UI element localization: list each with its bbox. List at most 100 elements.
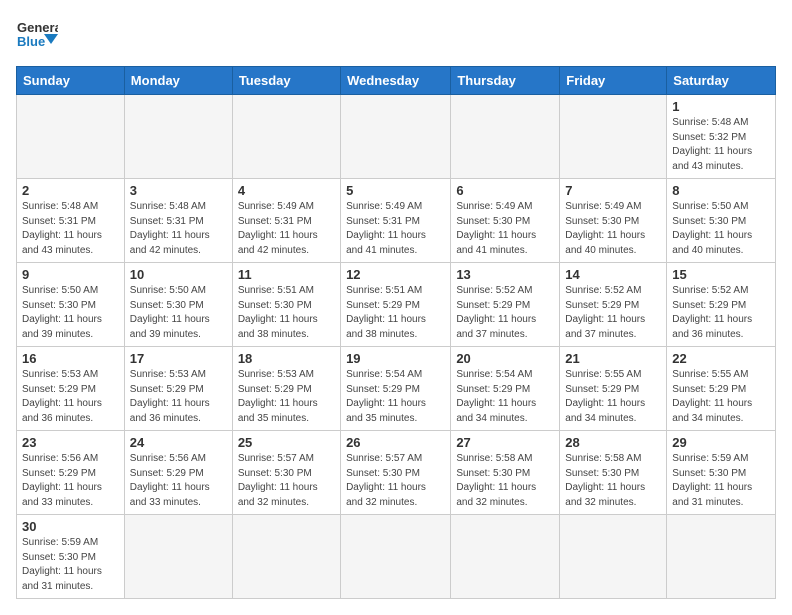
calendar-cell: 7Sunrise: 5:49 AM Sunset: 5:30 PM Daylig… [560,179,667,263]
day-info: Sunrise: 5:55 AM Sunset: 5:29 PM Dayligh… [565,368,661,426]
calendar-cell: 17Sunrise: 5:53 AM Sunset: 5:29 PM Dayli… [124,347,232,431]
day-number: 30 [22,519,119,534]
day-number: 21 [565,351,661,366]
day-info: Sunrise: 5:52 AM Sunset: 5:29 PM Dayligh… [672,284,770,342]
calendar-cell: 27 Sunrise: 5:58 AM Sunset: 5:30 PM Dayli… [451,431,560,515]
day-info: Sunrise: 5:53 AM Sunset: 5:29 PM Dayligh… [238,368,335,426]
day-number: 24 [130,435,227,450]
day-info: Sunrise: 5:48 AM Sunset: 5:31 PM Dayligh… [130,200,227,258]
calendar-cell: 19 Sunrise: 5:54 AM Sunset: 5:29 PM Dayli… [341,347,451,431]
day-number: 5 [346,183,445,198]
day-number: 6 [456,183,554,198]
day-info: Sunrise: 5:58 AM Sunset: 5:30 PM Dayligh… [456,452,554,510]
day-info: Sunrise: 5:54 AM Sunset: 5:29 PM Dayligh… [346,368,445,426]
calendar-cell: 28 Sunrise: 5:58 AM Sunset: 5:30 PM Dayli… [560,431,667,515]
day-number: 11 [238,267,335,282]
day-info: Sunrise: 5:56 AM Sunset: 5:29 PM Dayligh… [130,452,227,510]
calendar-cell: 8 Sunrise: 5:50 AM Sunset: 5:30 PM Daylig… [667,179,776,263]
day-number: 14 [565,267,661,282]
day-info: Sunrise: 5:54 AM Sunset: 5:29 PM Dayligh… [456,368,554,426]
calendar-cell: 11Sunrise: 5:51 AM Sunset: 5:30 PM Dayli… [232,263,340,347]
day-info: Sunrise: 5:50 AM Sunset: 5:30 PM Dayligh… [672,200,770,258]
calendar-cell: 9 Sunrise: 5:50 AM Sunset: 5:30 PM Daylig… [17,263,125,347]
weekday-header-monday: Monday [124,67,232,95]
day-number: 23 [22,435,119,450]
day-info: Sunrise: 5:52 AM Sunset: 5:29 PM Dayligh… [565,284,661,342]
weekday-header-tuesday: Tuesday [232,67,340,95]
calendar-cell [451,515,560,599]
day-info: Sunrise: 5:50 AM Sunset: 5:30 PM Dayligh… [130,284,227,342]
calendar-cell [232,515,340,599]
day-number: 20 [456,351,554,366]
day-number: 18 [238,351,335,366]
day-info: Sunrise: 5:55 AM Sunset: 5:29 PM Dayligh… [672,368,770,426]
weekday-header-sunday: Sunday [17,67,125,95]
day-number: 15 [672,267,770,282]
weekday-header-friday: Friday [560,67,667,95]
calendar-cell: 12 Sunrise: 5:51 AM Sunset: 5:29 PM Dayli… [341,263,451,347]
day-number: 12 [346,267,445,282]
calendar-cell: 29 Sunrise: 5:59 AM Sunset: 5:30 PM Dayli… [667,431,776,515]
day-info: Sunrise: 5:49 AM Sunset: 5:31 PM Dayligh… [346,200,445,258]
day-info: Sunrise: 5:53 AM Sunset: 5:29 PM Dayligh… [22,368,119,426]
day-number: 28 [565,435,661,450]
calendar-cell [560,95,667,179]
calendar-cell: 5 Sunrise: 5:49 AM Sunset: 5:31 PM Daylig… [341,179,451,263]
calendar-cell: 13 Sunrise: 5:52 AM Sunset: 5:29 PM Dayli… [451,263,560,347]
calendar-table: SundayMondayTuesdayWednesdayThursdayFrid… [16,66,776,599]
calendar-cell [341,95,451,179]
day-number: 4 [238,183,335,198]
calendar-cell: 6 Sunrise: 5:49 AM Sunset: 5:30 PM Daylig… [451,179,560,263]
weekday-header-thursday: Thursday [451,67,560,95]
day-number: 3 [130,183,227,198]
calendar-cell [17,95,125,179]
calendar-cell [560,515,667,599]
day-info: Sunrise: 5:58 AM Sunset: 5:30 PM Dayligh… [565,452,661,510]
calendar-cell [341,515,451,599]
day-info: Sunrise: 5:59 AM Sunset: 5:30 PM Dayligh… [672,452,770,510]
calendar-cell: 15 Sunrise: 5:52 AM Sunset: 5:29 PM Dayli… [667,263,776,347]
calendar-cell [667,515,776,599]
day-info: Sunrise: 5:49 AM Sunset: 5:30 PM Dayligh… [456,200,554,258]
calendar-cell: 3 Sunrise: 5:48 AM Sunset: 5:31 PM Daylig… [124,179,232,263]
day-info: Sunrise: 5:51 AM Sunset: 5:29 PM Dayligh… [346,284,445,342]
day-number: 2 [22,183,119,198]
day-number: 10 [130,267,227,282]
day-number: 9 [22,267,119,282]
day-number: 29 [672,435,770,450]
day-info: Sunrise: 5:50 AM Sunset: 5:30 PM Dayligh… [22,284,119,342]
day-number: 13 [456,267,554,282]
weekday-header-wednesday: Wednesday [341,67,451,95]
calendar-cell: 4 Sunrise: 5:49 AM Sunset: 5:31 PM Daylig… [232,179,340,263]
day-info: Sunrise: 5:48 AM Sunset: 5:32 PM Dayligh… [672,116,770,174]
day-info: Sunrise: 5:49 AM Sunset: 5:30 PM Dayligh… [565,200,661,258]
day-info: Sunrise: 5:57 AM Sunset: 5:30 PM Dayligh… [238,452,335,510]
day-info: Sunrise: 5:53 AM Sunset: 5:29 PM Dayligh… [130,368,227,426]
weekday-header-saturday: Saturday [667,67,776,95]
calendar-cell: 30 Sunrise: 5:59 AM Sunset: 5:30 PM Dayli… [17,515,125,599]
day-number: 27 [456,435,554,450]
day-number: 19 [346,351,445,366]
day-info: Sunrise: 5:52 AM Sunset: 5:29 PM Dayligh… [456,284,554,342]
day-info: Sunrise: 5:59 AM Sunset: 5:30 PM Dayligh… [22,536,119,594]
calendar-cell [451,95,560,179]
svg-text:Blue: Blue [17,34,45,49]
day-info: Sunrise: 5:56 AM Sunset: 5:29 PM Dayligh… [22,452,119,510]
day-info: Sunrise: 5:57 AM Sunset: 5:30 PM Dayligh… [346,452,445,510]
calendar-cell: 18 Sunrise: 5:53 AM Sunset: 5:29 PM Dayli… [232,347,340,431]
calendar-cell: 25 Sunrise: 5:57 AM Sunset: 5:30 PM Dayli… [232,431,340,515]
day-info: Sunrise: 5:48 AM Sunset: 5:31 PM Dayligh… [22,200,119,258]
calendar-cell: 16Sunrise: 5:53 AM Sunset: 5:29 PM Dayli… [17,347,125,431]
day-number: 22 [672,351,770,366]
svg-text:General: General [17,20,58,35]
day-info: Sunrise: 5:49 AM Sunset: 5:31 PM Dayligh… [238,200,335,258]
calendar-cell: 14 Sunrise: 5:52 AM Sunset: 5:29 PM Dayli… [560,263,667,347]
calendar-cell: 2 Sunrise: 5:48 AM Sunset: 5:31 PM Daylig… [17,179,125,263]
calendar-cell: 1Sunrise: 5:48 AM Sunset: 5:32 PM Daylig… [667,95,776,179]
calendar-cell: 21 Sunrise: 5:55 AM Sunset: 5:29 PM Dayli… [560,347,667,431]
calendar-cell [232,95,340,179]
day-number: 8 [672,183,770,198]
calendar-cell: 10 Sunrise: 5:50 AM Sunset: 5:30 PM Dayli… [124,263,232,347]
day-number: 25 [238,435,335,450]
calendar-cell [124,95,232,179]
